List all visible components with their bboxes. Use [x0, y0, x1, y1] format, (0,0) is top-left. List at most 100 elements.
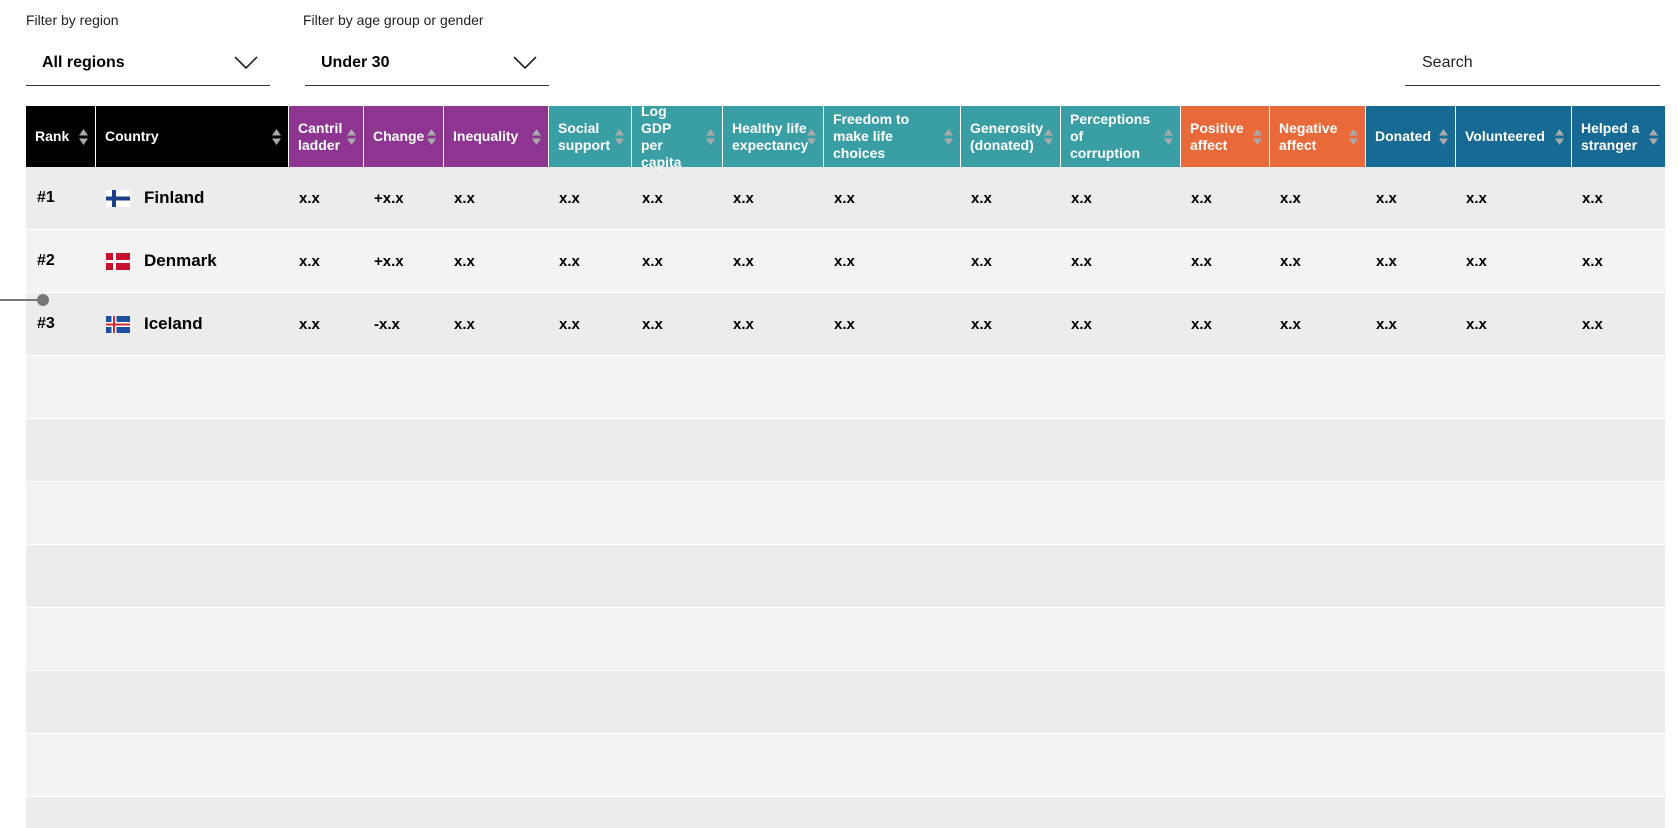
value-cell-positive-affect: x.x: [1191, 252, 1212, 270]
column-header-label: Change: [373, 128, 425, 144]
country-cell: Finland: [96, 188, 289, 208]
region-select[interactable]: All regions: [26, 40, 270, 86]
column-header-healthy-life-expectancy[interactable]: Healthy life expectancy: [723, 106, 824, 167]
table-row[interactable]: #2 Denmark x.x +x.x x.x x.x x.x x.x x.x x.x x.x x.x…: [26, 230, 1665, 293]
chevron-down-icon: [513, 55, 537, 69]
table-row[interactable]: #1 Finland x.x +x.x x.x x.x x.x x.x x.x x.x x.x x.x…: [26, 167, 1665, 230]
value-cell-volunteered: x.x: [1466, 189, 1487, 207]
value-cell-change: +x.x: [374, 252, 404, 270]
country-name: Iceland: [144, 314, 203, 333]
sort-icon: [532, 128, 541, 145]
sort-icon: [944, 128, 953, 145]
column-header-cantril-ladder[interactable]: Cantril ladder: [289, 106, 364, 167]
column-header-change[interactable]: Change: [364, 106, 444, 167]
column-header-social-support[interactable]: Social support: [549, 106, 632, 167]
column-header-helped-a-stranger[interactable]: Helped a stranger: [1572, 106, 1665, 167]
demographic-select-value: Under 30: [321, 53, 390, 71]
column-header-rank[interactable]: Rank: [26, 106, 96, 167]
column-header-label: Negative affect: [1279, 119, 1338, 153]
column-header-perceptions-of-corruption[interactable]: Perceptions of corruption: [1061, 106, 1181, 167]
column-header-log-gdp-per-capita[interactable]: Log GDP per capita: [632, 103, 723, 170]
value-cell-social-support: x.x: [559, 315, 580, 333]
column-header-positive-affect[interactable]: Positive affect: [1181, 106, 1270, 167]
filter-bar: Filter by region All regions Filter by a…: [0, 0, 1679, 100]
sort-icon: [272, 128, 281, 145]
sort-icon: [615, 128, 624, 145]
column-header-donated[interactable]: Donated: [1366, 106, 1456, 167]
value-cell-cantril-ladder: x.x: [299, 252, 320, 270]
value-cell-freedom-to-make-life-choices: x.x: [834, 189, 855, 207]
value-cell-generosity-donated: x.x: [971, 315, 992, 333]
value-cell-helped-a-stranger: x.x: [1582, 189, 1603, 207]
column-header-volunteered[interactable]: Volunteered: [1456, 106, 1572, 167]
column-header-label: Freedom to make life choices: [833, 111, 910, 161]
sort-icon: [1349, 128, 1358, 145]
empty-table-row: [26, 419, 1665, 482]
value-cell-perceptions-of-corruption: x.x: [1071, 189, 1092, 207]
column-header-country[interactable]: Country: [96, 106, 289, 167]
column-header-label: Helped a stranger: [1581, 119, 1640, 153]
empty-table-row: [26, 608, 1665, 671]
column-header-label: Donated: [1375, 128, 1431, 144]
column-header-label: Perceptions of corruption: [1070, 111, 1151, 161]
value-cell-negative-affect: x.x: [1280, 189, 1301, 207]
rank-cell: #1: [37, 189, 55, 206]
column-header-inequality[interactable]: Inequality: [444, 106, 549, 167]
scroll-handle[interactable]: [0, 293, 50, 307]
empty-table-row: [26, 482, 1665, 545]
sort-icon: [807, 128, 816, 145]
sort-icon: [1253, 128, 1262, 145]
sort-icon: [1649, 128, 1658, 145]
sort-icon: [1044, 128, 1053, 145]
column-header-negative-affect[interactable]: Negative affect: [1270, 106, 1366, 167]
value-cell-perceptions-of-corruption: x.x: [1071, 315, 1092, 333]
country-cell: Iceland: [96, 314, 289, 334]
column-header-label: Positive affect: [1190, 119, 1244, 153]
column-header-label: Rank: [35, 128, 70, 144]
column-header-freedom-to-make-life-choices[interactable]: Freedom to make life choices: [824, 106, 961, 167]
value-cell-donated: x.x: [1376, 252, 1397, 270]
chevron-down-icon: [234, 55, 258, 69]
table-header: Rank Country Cantril ladder Change Inequalit…: [26, 103, 1665, 170]
region-select-value: All regions: [42, 53, 125, 71]
ranking-table: Rank Country Cantril ladder Change Inequalit…: [26, 103, 1665, 828]
value-cell-healthy-life-expectancy: x.x: [733, 315, 754, 333]
demographic-select[interactable]: Under 30: [305, 40, 549, 86]
sort-icon: [706, 128, 715, 145]
region-filter-label: Filter by region: [26, 12, 119, 28]
value-cell-inequality: x.x: [454, 252, 475, 270]
value-cell-cantril-ladder: x.x: [299, 315, 320, 333]
empty-table-row: [26, 734, 1665, 797]
column-header-generosity-donated[interactable]: Generosity (donated): [961, 106, 1061, 167]
value-cell-donated: x.x: [1376, 315, 1397, 333]
rank-cell: #3: [37, 315, 55, 332]
country-name: Denmark: [144, 251, 217, 270]
value-cell-social-support: x.x: [559, 189, 580, 207]
denmark-flag-icon: [106, 252, 130, 270]
value-cell-volunteered: x.x: [1466, 315, 1487, 333]
demographic-filter-label: Filter by age group or gender: [303, 12, 484, 28]
search-input[interactable]: [1405, 40, 1660, 86]
value-cell-freedom-to-make-life-choices: x.x: [834, 315, 855, 333]
column-header-label: Log GDP per capita: [641, 102, 682, 170]
sort-icon: [347, 128, 356, 145]
empty-table-row: [26, 356, 1665, 419]
column-header-label: Healthy life expectancy: [732, 119, 809, 153]
value-cell-helped-a-stranger: x.x: [1582, 315, 1603, 333]
column-header-label: Cantril ladder: [298, 119, 343, 153]
table-row[interactable]: #3 Iceland x.x -x.x x.x x.x x.x x.x x.x x.x x.x x.x…: [26, 293, 1665, 356]
value-cell-donated: x.x: [1376, 189, 1397, 207]
value-cell-inequality: x.x: [454, 189, 475, 207]
table-body: #1 Finland x.x +x.x x.x x.x x.x x.x x.x x.x x.x x.x…: [26, 167, 1665, 828]
value-cell-inequality: x.x: [454, 315, 475, 333]
sort-icon: [1439, 128, 1448, 145]
value-cell-helped-a-stranger: x.x: [1582, 252, 1603, 270]
country-cell: Denmark: [96, 251, 289, 271]
finland-flag-icon: [106, 189, 130, 207]
value-cell-perceptions-of-corruption: x.x: [1071, 252, 1092, 270]
sort-icon: [79, 128, 88, 145]
empty-table-row: [26, 671, 1665, 734]
value-cell-log-gdp-per-capita: x.x: [642, 189, 663, 207]
column-header-label: Volunteered: [1465, 128, 1545, 144]
iceland-flag-icon: [106, 315, 130, 333]
